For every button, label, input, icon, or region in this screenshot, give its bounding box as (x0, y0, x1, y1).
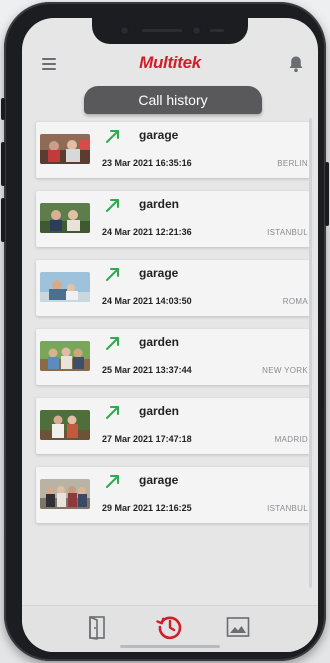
door-icon[interactable] (82, 612, 112, 642)
call-snapshot-thumbnail[interactable] (40, 479, 90, 509)
call-location: garage (139, 266, 179, 280)
call-datetime: 23 Mar 2021 16:35:16 (102, 158, 192, 168)
top-bar: Multitek (22, 44, 318, 84)
call-date: 23 Mar 2021 (102, 158, 154, 168)
brand-logo: Multitek (139, 53, 201, 72)
gallery-icon[interactable] (223, 612, 253, 642)
call-datetime: 24 Mar 2021 14:03:50 (102, 296, 192, 306)
outgoing-arrow-icon (105, 473, 121, 489)
phone-volume-down-button (1, 198, 5, 242)
front-sensor (192, 26, 201, 35)
outgoing-arrow-icon (105, 335, 121, 351)
outgoing-arrow-icon (105, 128, 121, 144)
call-snapshot-thumbnail[interactable] (40, 341, 90, 371)
bottom-navigation (22, 605, 318, 652)
home-indicator[interactable] (120, 645, 220, 648)
call-snapshot-thumbnail[interactable] (40, 203, 90, 233)
call-snapshot-thumbnail[interactable] (40, 272, 90, 302)
call-date: 24 Mar 2021 (102, 227, 154, 237)
outgoing-arrow-icon (105, 266, 121, 282)
phone-power-button (325, 162, 329, 226)
call-date: 27 Mar 2021 (102, 434, 154, 444)
call-time: 17:47:18 (155, 434, 192, 444)
call-history-item[interactable]: garden 24 Mar 2021 12:21:36 ISTANBUL (36, 191, 310, 247)
call-history-item[interactable]: garage 29 Mar 2021 12:16:25 ISTANBUL (36, 467, 310, 523)
phone-side-button (1, 98, 5, 120)
phone-notch (92, 18, 248, 44)
bell-icon[interactable] (288, 55, 304, 73)
phone-screen: Multitek Call history garage 23 Mar 2021 … (22, 18, 318, 652)
call-city: ROMA (282, 297, 308, 306)
call-datetime: 24 Mar 2021 12:21:36 (102, 227, 192, 237)
call-datetime: 29 Mar 2021 12:16:25 (102, 503, 192, 513)
history-icon[interactable] (155, 612, 185, 642)
call-location: garage (139, 473, 179, 487)
call-time: 14:03:50 (155, 296, 192, 306)
outgoing-arrow-icon (105, 197, 121, 213)
call-date: 25 Mar 2021 (102, 365, 154, 375)
call-city: NEW YORK (262, 366, 308, 375)
call-date: 24 Mar 2021 (102, 296, 154, 306)
speaker-grille-right (210, 29, 224, 32)
call-city: MADRID (274, 435, 308, 444)
call-location: garden (139, 404, 180, 418)
front-camera (120, 26, 129, 35)
call-time: 13:37:44 (155, 365, 192, 375)
call-location: garden (139, 335, 180, 349)
scrollbar[interactable] (309, 118, 312, 588)
page-title: Call history (84, 86, 262, 114)
call-city: ISTANBUL (267, 504, 308, 513)
call-datetime: 25 Mar 2021 13:37:44 (102, 365, 192, 375)
call-city: ISTANBUL (267, 228, 308, 237)
call-date: 29 Mar 2021 (102, 503, 154, 513)
call-history-item[interactable]: garden 27 Mar 2021 17:47:18 MADRID (36, 398, 310, 454)
call-city: BERLIN (277, 159, 308, 168)
speaker-grille (142, 29, 182, 32)
call-time: 12:16:25 (155, 503, 192, 513)
call-snapshot-thumbnail[interactable] (40, 134, 90, 164)
call-history-item[interactable]: garage 23 Mar 2021 16:35:16 BERLIN (36, 122, 310, 178)
call-time: 16:35:16 (155, 158, 192, 168)
phone-frame: Multitek Call history garage 23 Mar 2021 … (1, 2, 329, 661)
call-history-item[interactable]: garage 24 Mar 2021 14:03:50 ROMA (36, 260, 310, 316)
call-snapshot-thumbnail[interactable] (40, 410, 90, 440)
call-location: garage (139, 128, 179, 142)
call-history-item[interactable]: garden 25 Mar 2021 13:37:44 NEW YORK (36, 329, 310, 385)
call-location: garden (139, 197, 180, 211)
phone-volume-up-button (1, 142, 5, 186)
call-datetime: 27 Mar 2021 17:47:18 (102, 434, 192, 444)
call-time: 12:21:36 (155, 227, 192, 237)
app-screenshot: Multitek Call history garage 23 Mar 2021 … (0, 0, 330, 663)
outgoing-arrow-icon (105, 404, 121, 420)
